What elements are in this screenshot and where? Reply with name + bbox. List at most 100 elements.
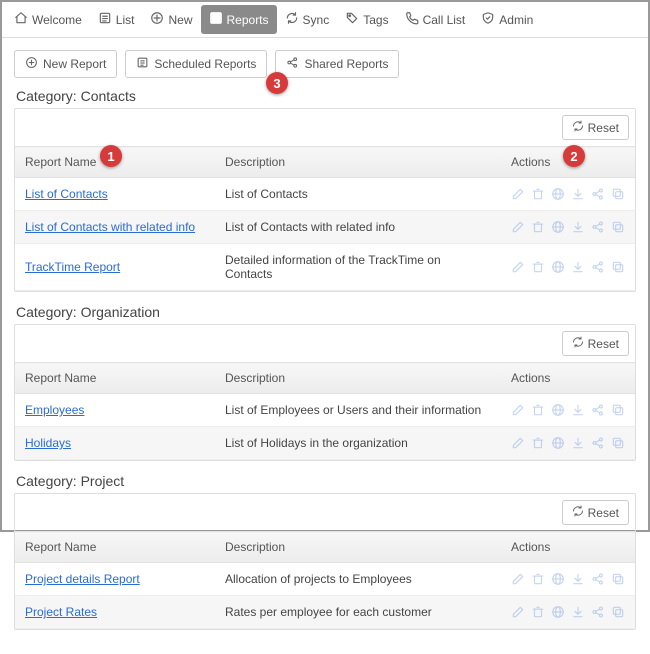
nav-call-list[interactable]: Call List bbox=[397, 5, 474, 34]
nav-reports[interactable]: Reports bbox=[201, 5, 277, 34]
delete-icon[interactable] bbox=[531, 220, 545, 234]
report-desc: List of Contacts bbox=[215, 178, 501, 211]
nav-welcome[interactable]: Welcome bbox=[6, 5, 90, 34]
edit-icon[interactable] bbox=[511, 572, 525, 586]
copy-icon[interactable] bbox=[611, 436, 625, 450]
report-link[interactable]: TrackTime Report bbox=[25, 260, 120, 274]
report-link[interactable]: List of Contacts bbox=[25, 187, 108, 201]
col-header-actions[interactable]: Actions bbox=[501, 363, 635, 394]
globe-icon[interactable] bbox=[551, 436, 565, 450]
button-label: Reset bbox=[588, 121, 619, 135]
edit-icon[interactable] bbox=[511, 403, 525, 417]
edit-icon[interactable] bbox=[511, 436, 525, 450]
edit-icon[interactable] bbox=[511, 220, 525, 234]
tag-icon bbox=[345, 11, 359, 28]
globe-icon[interactable] bbox=[551, 220, 565, 234]
table-row: Project Rates Rates per employee for eac… bbox=[15, 596, 635, 629]
content-area: New Report Scheduled Reports Shared Repo… bbox=[2, 38, 648, 654]
nav-list[interactable]: List bbox=[90, 5, 143, 34]
globe-icon[interactable] bbox=[551, 572, 565, 586]
copy-icon[interactable] bbox=[611, 403, 625, 417]
button-label: Reset bbox=[588, 506, 619, 520]
table-row: List of Contacts with related info List … bbox=[15, 211, 635, 244]
copy-icon[interactable] bbox=[611, 220, 625, 234]
edit-icon[interactable] bbox=[511, 187, 525, 201]
share-icon[interactable] bbox=[591, 403, 605, 417]
delete-icon[interactable] bbox=[531, 436, 545, 450]
reset-button[interactable]: Reset bbox=[562, 500, 629, 525]
actions-cell bbox=[511, 187, 625, 201]
delete-icon[interactable] bbox=[531, 260, 545, 274]
copy-icon[interactable] bbox=[611, 260, 625, 274]
share-icon[interactable] bbox=[591, 187, 605, 201]
actions-cell bbox=[511, 436, 625, 450]
edit-icon[interactable] bbox=[511, 260, 525, 274]
nav-label: List bbox=[116, 13, 135, 27]
shared-reports-button[interactable]: Shared Reports bbox=[275, 50, 399, 78]
refresh-icon bbox=[572, 505, 584, 520]
report-link[interactable]: Employees bbox=[25, 403, 84, 417]
globe-icon[interactable] bbox=[551, 260, 565, 274]
download-icon[interactable] bbox=[571, 187, 585, 201]
report-link[interactable]: Holidays bbox=[25, 436, 71, 450]
reset-button[interactable]: Reset bbox=[562, 331, 629, 356]
delete-icon[interactable] bbox=[531, 403, 545, 417]
new-report-button[interactable]: New Report bbox=[14, 50, 117, 78]
download-icon[interactable] bbox=[571, 403, 585, 417]
refresh-icon bbox=[572, 120, 584, 135]
reset-button[interactable]: Reset bbox=[562, 115, 629, 140]
share-icon[interactable] bbox=[591, 605, 605, 619]
globe-icon[interactable] bbox=[551, 403, 565, 417]
category-block: Category: ProjectReset Report Name Descr… bbox=[14, 473, 636, 630]
globe-icon[interactable] bbox=[551, 187, 565, 201]
col-header-desc[interactable]: Description bbox=[215, 363, 501, 394]
table-row: TrackTime Report Detailed information of… bbox=[15, 244, 635, 291]
edit-icon[interactable] bbox=[511, 605, 525, 619]
copy-icon[interactable] bbox=[611, 187, 625, 201]
share-icon[interactable] bbox=[591, 572, 605, 586]
report-desc: Allocation of projects to Employees bbox=[215, 563, 501, 596]
download-icon[interactable] bbox=[571, 436, 585, 450]
category-block: Category: OrganizationReset Report Name … bbox=[14, 304, 636, 461]
delete-icon[interactable] bbox=[531, 572, 545, 586]
report-desc: Detailed information of the TrackTime on… bbox=[215, 244, 501, 291]
table-row: Holidays List of Holidays in the organiz… bbox=[15, 427, 635, 460]
share-icon bbox=[286, 56, 299, 72]
nav-label: Admin bbox=[499, 13, 533, 27]
share-icon[interactable] bbox=[591, 436, 605, 450]
share-icon[interactable] bbox=[591, 260, 605, 274]
list-icon bbox=[98, 11, 112, 28]
reports-table: Report Name Description Actions List of … bbox=[15, 146, 635, 291]
report-link[interactable]: Project Rates bbox=[25, 605, 97, 619]
nav-sync[interactable]: Sync bbox=[277, 5, 338, 34]
report-desc: Rates per employee for each customer bbox=[215, 596, 501, 629]
download-icon[interactable] bbox=[571, 605, 585, 619]
actions-cell bbox=[511, 403, 625, 417]
nav-new[interactable]: New bbox=[142, 5, 200, 34]
actions-cell bbox=[511, 260, 625, 274]
actions-cell bbox=[511, 605, 625, 619]
category-box: Reset Report Name Description Actions Li… bbox=[14, 108, 636, 292]
actions-cell bbox=[511, 220, 625, 234]
nav-admin[interactable]: Admin bbox=[473, 5, 541, 34]
col-header-desc[interactable]: Description bbox=[215, 147, 501, 178]
share-icon[interactable] bbox=[591, 220, 605, 234]
globe-icon[interactable] bbox=[551, 605, 565, 619]
report-link[interactable]: List of Contacts with related info bbox=[25, 220, 195, 234]
col-header-name[interactable]: Report Name bbox=[15, 532, 215, 563]
col-header-desc[interactable]: Description bbox=[215, 532, 501, 563]
button-label: Scheduled Reports bbox=[154, 57, 256, 71]
nav-tags[interactable]: Tags bbox=[337, 5, 396, 34]
delete-icon[interactable] bbox=[531, 605, 545, 619]
col-header-name[interactable]: Report Name bbox=[15, 363, 215, 394]
scheduled-reports-button[interactable]: Scheduled Reports bbox=[125, 50, 267, 78]
report-link[interactable]: Project details Report bbox=[25, 572, 140, 586]
download-icon[interactable] bbox=[571, 260, 585, 274]
copy-icon[interactable] bbox=[611, 605, 625, 619]
delete-icon[interactable] bbox=[531, 187, 545, 201]
callout-3: 3 bbox=[266, 72, 288, 94]
col-header-actions[interactable]: Actions bbox=[501, 532, 635, 563]
copy-icon[interactable] bbox=[611, 572, 625, 586]
download-icon[interactable] bbox=[571, 572, 585, 586]
download-icon[interactable] bbox=[571, 220, 585, 234]
